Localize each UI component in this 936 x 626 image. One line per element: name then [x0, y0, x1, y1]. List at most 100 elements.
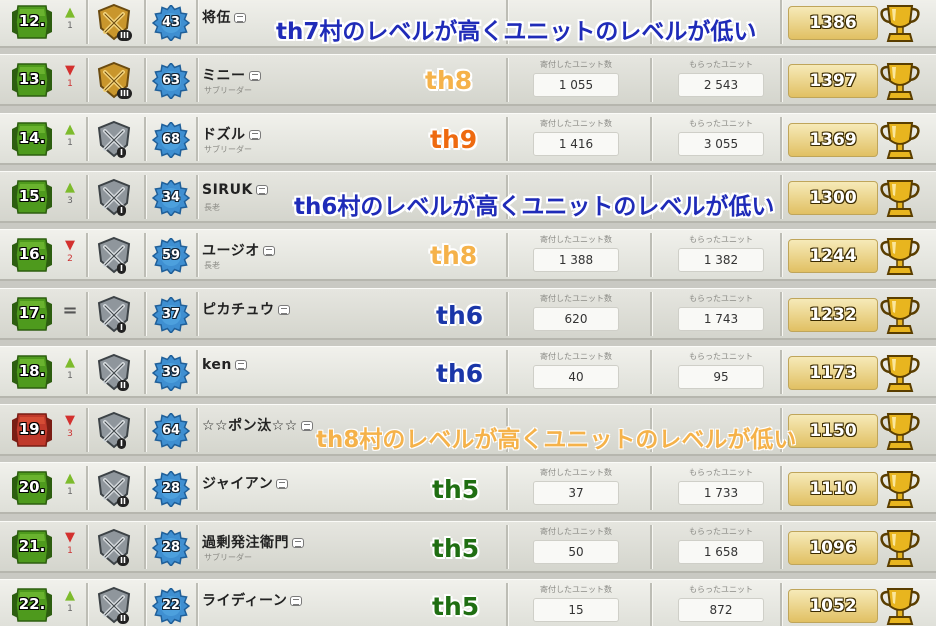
received-units-box: もらったユニット 1 733 — [657, 467, 785, 511]
chat-icon[interactable] — [262, 246, 275, 257]
column-divider — [86, 0, 89, 44]
trophy-icon — [878, 351, 922, 395]
experience-level-icon: 28 — [151, 528, 191, 567]
league-tier: I — [117, 438, 126, 450]
column-divider — [780, 0, 783, 44]
column-divider — [86, 58, 89, 103]
player-name[interactable]: ユージオ — [202, 240, 275, 260]
chat-icon[interactable] — [290, 596, 303, 606]
player-name[interactable]: ミニー — [202, 65, 261, 85]
chat-icon[interactable] — [248, 129, 261, 140]
silver-league-icon: I — [93, 177, 135, 217]
received-units-label: もらったユニット — [689, 293, 753, 303]
player-name[interactable]: ジャイアン — [202, 473, 289, 493]
chat-icon[interactable] — [300, 421, 313, 432]
chat-icon[interactable] — [234, 359, 247, 370]
player-name[interactable]: ライディーン — [202, 590, 303, 610]
player-role: 長老 — [204, 202, 220, 212]
received-units-value: 872 — [678, 598, 764, 622]
donated-units-value: 37 — [533, 481, 619, 506]
received-units-label: もらったユニット — [689, 118, 753, 128]
trophy-icon — [878, 234, 922, 278]
donated-units-box: 寄付したユニット数 1 055 — [512, 59, 640, 103]
donated-units-value: 1 388 — [533, 248, 619, 273]
annotation-label: th5 — [432, 475, 480, 505]
rank-change-amount: 3 — [67, 429, 73, 440]
player-name[interactable]: ドズル — [202, 124, 261, 144]
rank-change: ▼ 1 — [60, 63, 80, 97]
experience-level-icon: 59 — [151, 236, 191, 276]
received-units-box: もらったユニット 3 055 — [657, 118, 785, 162]
player-name[interactable]: 過剰発注衛門 — [202, 532, 304, 552]
experience-level-icon: 63 — [151, 62, 191, 101]
received-units-label: もらったユニット — [689, 526, 753, 536]
experience-level-icon: 39 — [151, 353, 191, 392]
player-name[interactable]: ピカチュウ — [202, 299, 290, 319]
experience-level: 68 — [161, 131, 181, 147]
column-divider — [196, 524, 199, 569]
column-divider — [196, 583, 199, 626]
silver-league-icon: II — [93, 527, 135, 567]
clan-member-list[interactable]: 12. ▲ 1 III 43 将伍 1386 th7村のレベルが高くユニットのレベルが低い 13… — [0, 0, 936, 626]
trophy-icon — [878, 409, 922, 453]
silver-league-icon: I — [93, 410, 135, 450]
column-divider — [506, 58, 509, 103]
chat-icon[interactable] — [234, 13, 246, 23]
column-divider — [650, 291, 653, 336]
column-divider — [650, 583, 653, 626]
experience-level: 28 — [161, 481, 181, 497]
chat-icon[interactable] — [255, 184, 268, 195]
equal-icon: = — [62, 299, 78, 321]
column-divider — [86, 116, 89, 161]
trophy-count: 1096 — [788, 530, 878, 565]
experience-level-icon: 64 — [151, 411, 191, 451]
chat-icon[interactable] — [292, 537, 304, 548]
experience-level: 43 — [161, 15, 181, 30]
column-divider — [196, 408, 199, 453]
silver-league-icon: I — [93, 294, 135, 334]
chat-icon[interactable] — [276, 479, 289, 490]
column-divider — [144, 466, 147, 511]
received-units-box: もらったユニット 1 743 — [657, 293, 785, 337]
annotation-label: th6村のレベルが高くユニットのレベルが低い — [294, 193, 775, 220]
donated-units-label: 寄付したユニット数 — [540, 118, 612, 128]
silver-league-icon: II — [93, 585, 135, 625]
donated-units-box: 寄付したユニット数 1 416 — [512, 118, 640, 162]
rank-badge: 20. — [10, 470, 54, 506]
rank-change-amount: 1 — [67, 79, 73, 90]
donated-units-box: 寄付したユニット数 40 — [512, 351, 640, 395]
rank-change-amount: 1 — [67, 370, 73, 381]
column-divider — [650, 116, 653, 161]
rank-number: 18. — [18, 361, 46, 380]
trophy-count: 1397 — [788, 64, 878, 99]
column-divider — [86, 291, 89, 336]
player-role: サブリーダー — [204, 144, 252, 154]
received-units-box: もらったユニット 2 543 — [657, 59, 785, 103]
donated-units-label: 寄付したユニット数 — [540, 351, 612, 361]
player-name[interactable]: ken — [202, 357, 247, 373]
chat-icon[interactable] — [277, 304, 290, 315]
column-divider — [650, 524, 653, 569]
player-name[interactable]: 将伍 — [202, 7, 246, 27]
arrow-up-icon: ▲ — [65, 471, 75, 487]
experience-level-icon: 22 — [151, 586, 191, 626]
rank-change: ▲ 1 — [60, 5, 80, 39]
arrow-up-icon: ▲ — [65, 354, 75, 370]
donated-units-box: 寄付したユニット数 37 — [512, 467, 640, 511]
column-divider — [506, 583, 509, 626]
annotation-label: th6 — [436, 300, 484, 330]
chat-icon[interactable] — [248, 71, 261, 82]
rank-change: ▲ 1 — [60, 355, 80, 389]
experience-level-icon: 34 — [151, 178, 191, 218]
donated-units-box: 寄付したユニット数 50 — [512, 526, 640, 570]
experience-level: 34 — [161, 189, 181, 205]
rank-change: ▼ 2 — [60, 238, 80, 272]
column-divider — [144, 233, 147, 278]
trophy-count: 1244 — [788, 239, 878, 274]
trophy-count-value: 1173 — [809, 362, 857, 383]
column-divider — [86, 583, 89, 626]
player-name[interactable]: ☆☆ポン汰☆☆ — [202, 415, 313, 435]
trophy-icon — [878, 1, 922, 45]
player-name-text: 過剰発注衛門 — [202, 534, 289, 551]
player-name[interactable]: SIRUK — [202, 182, 268, 198]
